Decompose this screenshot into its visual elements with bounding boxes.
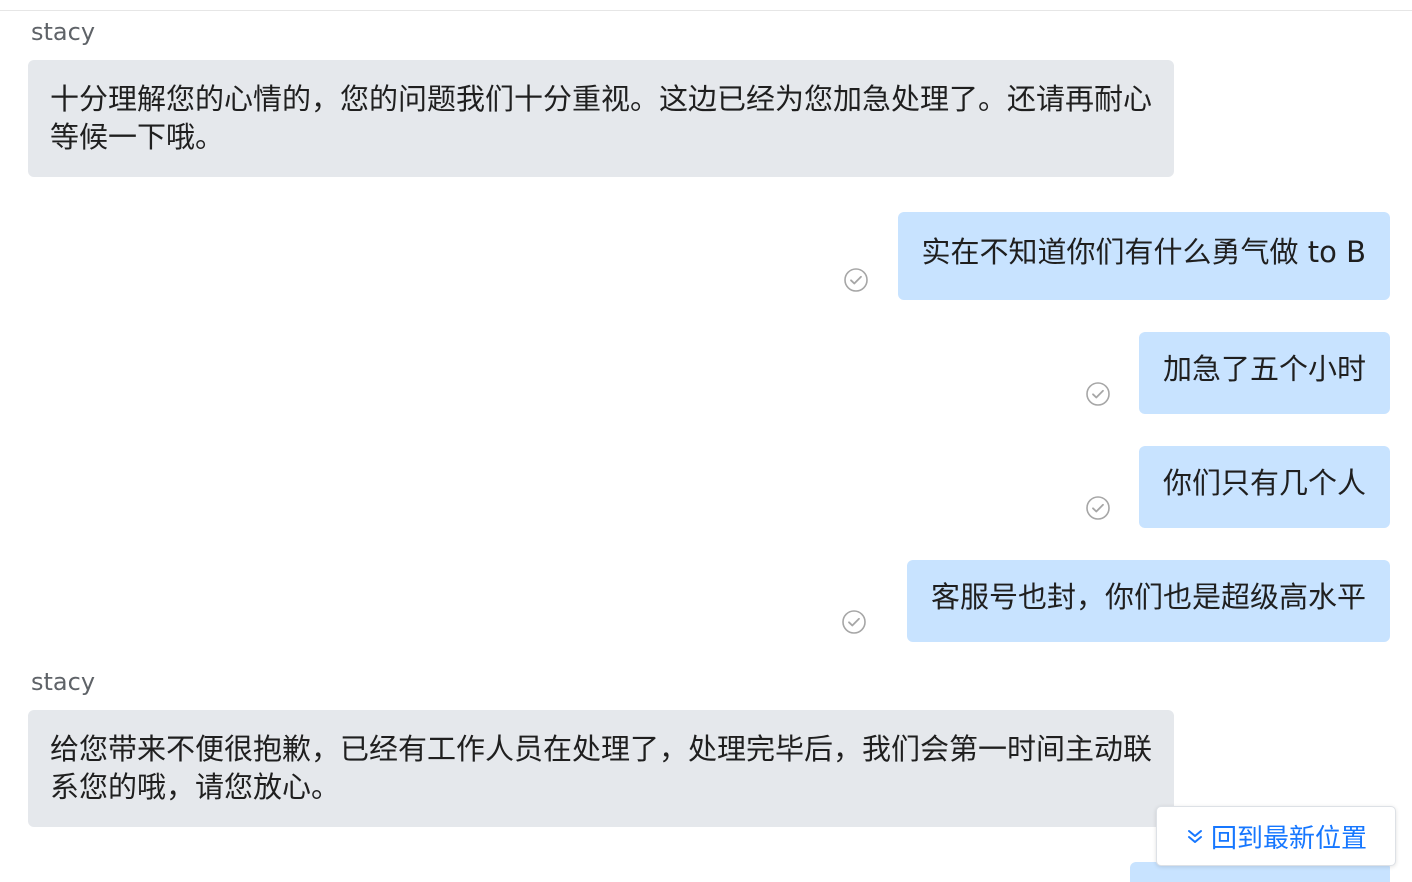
- double-chevron-down-icon: [1185, 826, 1205, 846]
- top-divider: [0, 10, 1412, 11]
- incoming-message-bubble[interactable]: 给您带来不便很抱歉，已经有工作人员在处理了，处理完毕后，我们会第一时间主动联系您…: [28, 710, 1174, 827]
- read-check-icon: [1086, 382, 1110, 406]
- outgoing-message-bubble[interactable]: 你们只有几个人: [1138, 446, 1390, 528]
- incoming-message-bubble[interactable]: 十分理解您的心情的，您的问题我们十分重视。这边已经为您加急处理了。还请再耐心等候…: [28, 60, 1174, 177]
- scroll-to-latest-button[interactable]: 回到最新位置: [1156, 806, 1396, 866]
- sender-name: stacy: [31, 18, 96, 46]
- sender-name: stacy: [31, 668, 96, 696]
- outgoing-message-bubble[interactable]: 客服号也封，你们也是超级高水平: [906, 560, 1390, 642]
- outgoing-message-bubble[interactable]: 实在不知道你们有什么勇气做 to B: [897, 212, 1390, 300]
- read-check-icon: [842, 610, 866, 634]
- scroll-to-latest-label: 回到最新位置: [1210, 823, 1367, 854]
- outgoing-message-bubble[interactable]: 加急了五个小时: [1138, 332, 1390, 414]
- read-check-icon: [844, 268, 868, 292]
- read-check-icon: [1086, 496, 1110, 520]
